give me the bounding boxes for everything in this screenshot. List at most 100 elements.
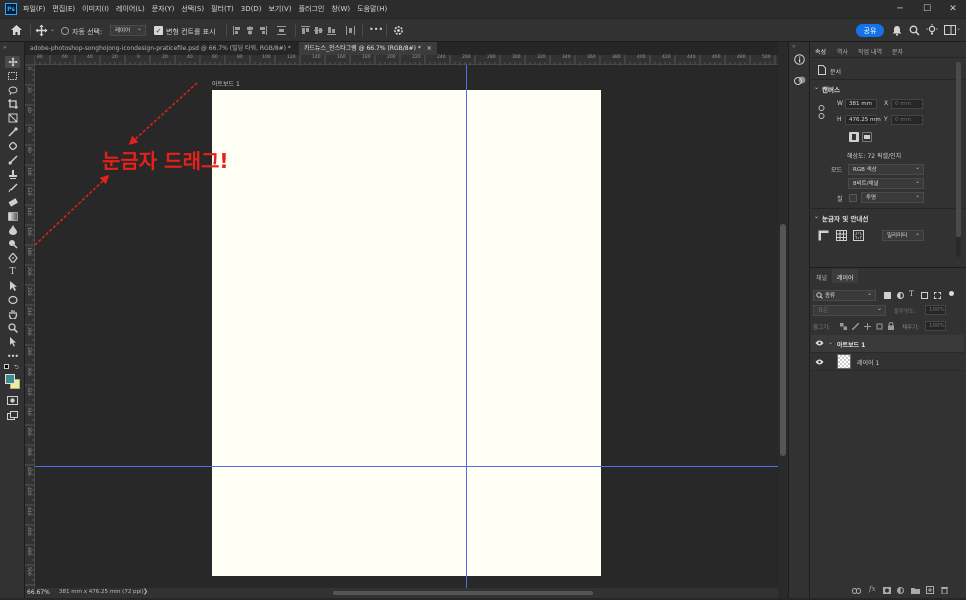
menu-image[interactable]: 이미지(I) [82, 4, 109, 14]
clone-stamp-tool-icon[interactable] [5, 168, 20, 180]
artboard[interactable] [212, 90, 601, 576]
menu-edit[interactable]: 편집(E) [52, 4, 75, 14]
workspace-chevron-icon[interactable]: ⌄ [956, 25, 961, 32]
zoom-level[interactable]: 66.67% [27, 589, 50, 596]
tab-card-news[interactable]: 카드뉴스_인스타그램 @ 66.7% (RGB/8#) * × [299, 42, 437, 55]
lock-image-icon[interactable] [852, 323, 859, 330]
guides-toggle-icon[interactable] [853, 230, 864, 241]
menu-window[interactable]: 창(W) [331, 4, 350, 14]
workspace-icon[interactable] [944, 24, 956, 36]
ruler-toggle-icon[interactable] [818, 230, 829, 241]
adjustments-icon[interactable] [794, 75, 806, 86]
auto-select-checkbox[interactable] [61, 27, 69, 35]
history-brush-tool-icon[interactable] [5, 182, 20, 194]
new-group-icon[interactable] [911, 587, 920, 594]
add-mask-icon[interactable] [883, 587, 891, 594]
pen-tool-icon[interactable] [5, 252, 20, 264]
new-layer-icon[interactable] [926, 586, 934, 594]
tab-properties[interactable]: 속성 [815, 47, 826, 56]
type-tool-icon[interactable]: T [5, 266, 20, 278]
eraser-tool-icon[interactable] [5, 196, 20, 208]
link-layers-icon[interactable] [852, 588, 861, 594]
discover-bulb-icon[interactable] [926, 24, 938, 36]
link-icon[interactable] [818, 105, 825, 119]
healing-brush-tool-icon[interactable] [5, 140, 20, 152]
tab-close-icon[interactable]: × [427, 45, 432, 52]
tab-layers[interactable]: 레이어 [837, 273, 854, 282]
path-selection-tool-icon[interactable] [5, 280, 20, 292]
swap-colors-icon[interactable]: ⮌ [14, 363, 19, 373]
eyedropper-tool-icon[interactable] [5, 126, 20, 138]
minimize-button[interactable]: ─ [887, 0, 913, 18]
tool-preset-chevron-icon[interactable]: ⌄ [50, 26, 55, 33]
status-menu-arrow[interactable]: ❯ [143, 588, 148, 595]
fill-dropdown[interactable]: 투명 [861, 191, 924, 203]
new-adjustment-icon[interactable] [897, 587, 904, 594]
horizontal-scrollbar[interactable] [333, 591, 593, 595]
vertical-guide[interactable] [466, 65, 467, 588]
blend-mode-dropdown[interactable]: 표준 [813, 304, 886, 316]
filter-shape-icon[interactable] [921, 292, 928, 299]
filter-smart-object-icon[interactable] [934, 292, 941, 299]
filter-pixel-icon[interactable] [884, 292, 891, 299]
x-field[interactable]: 0 mm [891, 99, 923, 109]
zoom-tool-icon[interactable] [5, 322, 20, 334]
menu-layer[interactable]: 레이어(L) [116, 4, 145, 14]
menu-plugins[interactable]: 플러그인 [299, 4, 325, 14]
default-colors-icon[interactable] [4, 364, 9, 369]
filter-type-icon[interactable]: T [909, 290, 914, 298]
align-left-icon[interactable] [233, 26, 241, 35]
filter-toggle-icon[interactable] [949, 291, 954, 296]
vertical-scrollbar[interactable] [780, 224, 786, 456]
dodge-tool-icon[interactable] [5, 238, 20, 250]
lock-transparent-icon[interactable] [840, 323, 847, 330]
move-tool-icon[interactable] [35, 24, 48, 37]
fill-opacity-field[interactable]: 100% [925, 321, 946, 331]
tab-history[interactable]: 작업 내역 [858, 47, 882, 56]
rulers-chevron-icon[interactable]: ⌄ [814, 213, 819, 220]
filter-adjustment-icon[interactable] [897, 292, 904, 299]
width-field[interactable]: 381 mm [845, 99, 877, 109]
eye-icon[interactable] [815, 340, 824, 346]
align-center-h-icon[interactable] [246, 26, 254, 35]
tab-channels[interactable]: 채널 [816, 273, 827, 282]
quick-mask-icon[interactable] [5, 394, 20, 406]
tab-character[interactable]: 문자 [892, 47, 903, 56]
maximize-button[interactable]: ☐ [914, 0, 940, 18]
screen-mode-icon[interactable] [5, 410, 20, 422]
edit-toolbar-icon[interactable]: ••• [5, 350, 20, 362]
fx-icon[interactable]: fx [869, 585, 876, 593]
ruler-unit-dropdown[interactable]: 밀리미터 [882, 229, 924, 241]
lock-position-icon[interactable] [864, 323, 871, 330]
gradient-tool-icon[interactable] [5, 210, 20, 222]
collapse-panels-icon[interactable]: « [792, 43, 796, 50]
properties-scrollbar[interactable] [956, 62, 961, 237]
align-bottom-icon[interactable] [327, 26, 336, 35]
share-button[interactable]: 공유 [856, 24, 884, 37]
search-icon[interactable] [909, 25, 920, 36]
transform-controls-checkbox[interactable]: ✓ [154, 26, 163, 35]
tab-practice-file[interactable]: adobe-photoshop-songhojong-icondesign-pr… [25, 42, 303, 55]
close-button[interactable]: ✕ [940, 0, 966, 18]
menu-filter[interactable]: 필터(T) [211, 4, 234, 14]
menu-type[interactable]: 문자(Y) [152, 4, 175, 14]
landscape-orientation-icon[interactable] [862, 132, 872, 142]
lasso-tool-icon[interactable] [5, 84, 20, 96]
auto-select-dropdown[interactable]: 레이어 [110, 24, 146, 36]
expand-chevron-icon[interactable]: ⌄ [828, 339, 833, 346]
layer-name[interactable]: 레이어 1 [857, 358, 879, 367]
brush-tool-icon[interactable] [5, 154, 20, 166]
y-field[interactable]: 0 mm [891, 115, 923, 125]
canvas-chevron-icon[interactable]: ⌄ [814, 84, 819, 91]
menu-help[interactable]: 도움말(H) [357, 4, 387, 14]
trash-icon[interactable] [941, 586, 948, 594]
frame-tool-icon[interactable] [5, 112, 20, 124]
bell-icon[interactable] [892, 25, 902, 36]
hand-tool-icon[interactable] [5, 308, 20, 320]
align-right-icon[interactable] [259, 26, 267, 35]
bit-depth-dropdown[interactable]: 8비트/채널 [848, 177, 924, 189]
align-middle-icon[interactable] [314, 26, 323, 35]
crop-tool-icon[interactable] [5, 98, 20, 110]
foreground-color-swatch[interactable] [5, 374, 15, 384]
distribute-vertical-icon[interactable] [346, 26, 355, 35]
